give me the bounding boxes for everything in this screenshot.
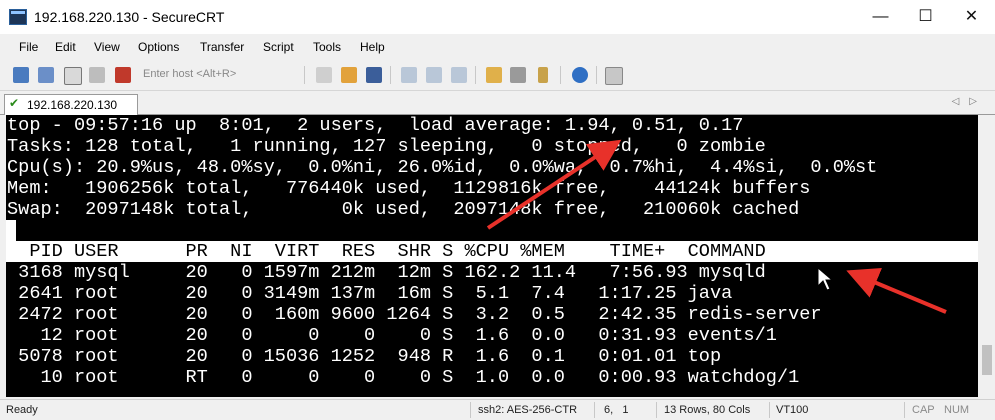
menu-tools[interactable]: Tools [313, 40, 341, 54]
copy-icon[interactable] [316, 67, 332, 83]
status-separator [769, 402, 770, 418]
menu-view[interactable]: View [94, 40, 120, 54]
close-button[interactable]: ✕ [949, 3, 994, 31]
maximize-button[interactable]: ☐ [903, 3, 948, 31]
menu-bar: File Edit View Options Transfer Script T… [0, 36, 995, 58]
global-options-icon[interactable] [510, 67, 526, 83]
status-num-lock: NUM [944, 404, 970, 416]
process-row: 5078 root 20 0 15036 1252 948 R 1.6 0.1 … [7, 346, 722, 367]
print-setup-icon[interactable] [451, 67, 467, 83]
status-ready: Ready [6, 404, 38, 416]
status-separator [904, 402, 905, 418]
toolbar-separator [475, 66, 476, 84]
top-summary-line: top - 09:57:16 up 8:01, 2 users, load av… [7, 115, 744, 136]
process-row: 12 root 20 0 0 0 0 S 1.6 0.0 0:31.93 eve… [7, 325, 777, 346]
terminal-cursor [6, 220, 16, 241]
scrollbar-thumb[interactable] [982, 345, 992, 375]
tasks-line: Tasks: 128 total, 1 running, 127 sleepin… [7, 136, 766, 157]
title-bar: 192.168.220.130 - SecureCRT — ☐ ✕ [0, 0, 995, 34]
connect-in-tab-icon[interactable] [64, 67, 82, 85]
minimize-button[interactable]: — [858, 3, 903, 31]
print-icon[interactable] [401, 67, 417, 83]
print-selection-icon[interactable] [426, 67, 442, 83]
terminal-screen[interactable]: top - 09:57:16 up 8:01, 2 users, load av… [6, 115, 978, 397]
keymap-icon[interactable] [538, 67, 548, 83]
disconnect-icon[interactable] [115, 67, 131, 83]
securecrt-app-icon [9, 9, 27, 25]
swap-line: Swap: 2097148k total, 0k used, 2097148k … [7, 199, 800, 220]
menu-transfer[interactable]: Transfer [200, 40, 244, 54]
session-options-icon[interactable] [486, 67, 502, 83]
quick-connect-icon[interactable] [38, 67, 54, 83]
process-table-header: PID USER PR NI VIRT RES SHR S %CPU %MEM … [7, 241, 766, 262]
terminal-scrollbar[interactable] [979, 115, 995, 397]
menu-edit[interactable]: Edit [55, 40, 76, 54]
process-row: 2472 root 20 0 160m 9600 1264 S 3.2 0.5 … [7, 304, 822, 325]
status-terminal-size: 13 Rows, 80 Cols [664, 404, 751, 416]
window-title: 192.168.220.130 - SecureCRT [34, 9, 225, 25]
tab-scroll-arrows-icon[interactable]: ◁▷ [952, 96, 987, 107]
status-protocol: ssh2: AES-256-CTR [478, 404, 578, 416]
menu-file[interactable]: File [19, 40, 38, 54]
menu-options[interactable]: Options [138, 40, 179, 54]
status-separator [656, 402, 657, 418]
status-bar: Ready ssh2: AES-256-CTR 6, 1 13 Rows, 80… [0, 399, 995, 420]
session-tab-label: 192.168.220.130 [27, 98, 118, 112]
status-emulation: VT100 [776, 404, 809, 416]
toolbar-separator [304, 66, 305, 84]
paste-icon[interactable] [341, 67, 357, 83]
toolbar-separator [390, 66, 391, 84]
status-cursor-position: 6, 1 [604, 404, 629, 416]
menu-help[interactable]: Help [360, 40, 385, 54]
session-tab[interactable]: ✔ 192.168.220.130 [4, 94, 138, 115]
status-separator [470, 402, 471, 418]
cpu-line: Cpu(s): 20.9%us, 48.0%sy, 0.0%ni, 26.0%i… [7, 157, 878, 178]
enter-host-input[interactable]: Enter host <Alt+R> [140, 64, 293, 84]
connected-check-icon: ✔ [9, 96, 20, 110]
toolbar-separator [560, 66, 561, 84]
status-separator [594, 402, 595, 418]
connect-icon[interactable] [13, 67, 29, 83]
toolbar: Enter host <Alt+R> [0, 60, 995, 91]
mem-line: Mem: 1906256k total, 776440k used, 11298… [7, 178, 811, 199]
sftp-icon[interactable] [605, 67, 623, 85]
process-row: 3168 mysql 20 0 1597m 212m 12m S 162.2 1… [7, 262, 766, 283]
process-row: 10 root RT 0 0 0 0 S 1.0 0.0 0:00.93 wat… [7, 367, 800, 388]
session-tab-bar: ✔ 192.168.220.130 ◁▷ [0, 92, 995, 115]
status-caps-lock: CAP [912, 404, 935, 416]
find-icon[interactable] [366, 67, 382, 83]
toolbar-separator [596, 66, 597, 84]
menu-script[interactable]: Script [263, 40, 294, 54]
process-row: 2641 root 20 0 3149m 137m 16m S 5.1 7.4 … [7, 283, 733, 304]
reconnect-icon[interactable] [89, 67, 105, 83]
help-icon[interactable] [572, 67, 588, 83]
